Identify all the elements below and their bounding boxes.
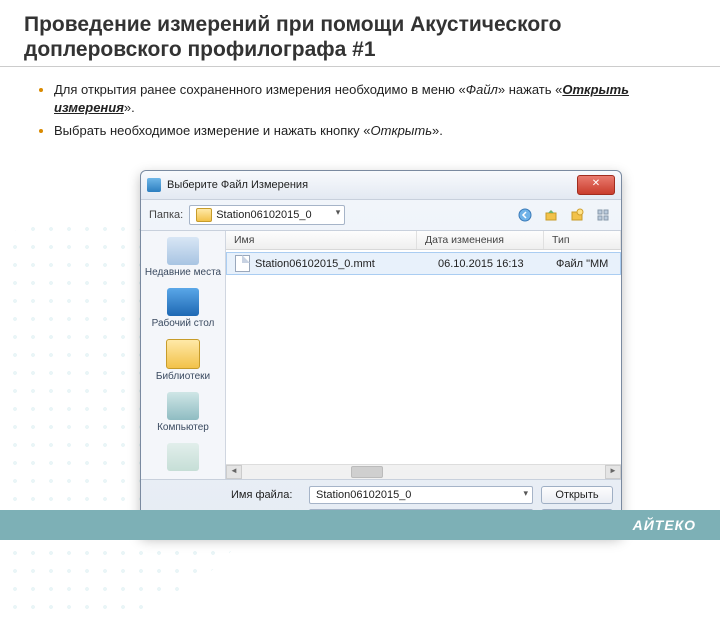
new-folder-button[interactable]	[567, 205, 587, 225]
recent-icon	[167, 237, 199, 265]
network-icon	[167, 443, 199, 471]
col-type-header[interactable]: Тип	[544, 231, 621, 249]
view-menu-button[interactable]	[593, 205, 613, 225]
company-logo: АЙТЕКО	[633, 517, 696, 533]
folder-combo[interactable]: Station06102015_0	[189, 205, 345, 225]
filename-input[interactable]: Station06102015_0	[309, 486, 533, 504]
place-libraries[interactable]: Библиотеки	[143, 339, 223, 382]
computer-icon	[167, 392, 199, 420]
place-desktop[interactable]: Рабочий стол	[143, 288, 223, 329]
file-open-dialog: Выберите Файл Измерения ✕ Папка: Station…	[140, 170, 622, 536]
close-button[interactable]: ✕	[577, 175, 615, 195]
app-icon	[147, 178, 161, 192]
dialog-toolbar: Папка: Station06102015_0	[141, 200, 621, 231]
file-list-header: Имя Дата изменения Тип	[226, 231, 621, 250]
col-name-header[interactable]: Имя	[226, 231, 417, 249]
libraries-icon	[166, 339, 200, 369]
up-folder-button[interactable]	[541, 205, 561, 225]
desktop-icon	[167, 288, 199, 316]
open-button[interactable]: Открыть	[541, 486, 613, 504]
scroll-right-arrow[interactable]: ►	[605, 465, 621, 479]
file-row[interactable]: Station06102015_0.mmt 06.10.2015 16:13 Ф…	[226, 252, 621, 275]
slide-footer: АЙТЕКО	[0, 510, 720, 540]
place-recent[interactable]: Недавние места	[143, 237, 223, 278]
folder-label: Папка:	[149, 209, 183, 221]
dialog-titlebar[interactable]: Выберите Файл Измерения ✕	[141, 171, 621, 200]
bullet-1: Для открытия ранее сохраненного измерени…	[54, 81, 684, 116]
place-computer[interactable]: Компьютер	[143, 392, 223, 433]
dialog-title: Выберите Файл Измерения	[167, 179, 308, 191]
places-bar: Недавние места Рабочий стол Библиотеки К…	[141, 231, 226, 479]
horizontal-scrollbar[interactable]: ◄ ►	[226, 464, 621, 479]
folder-icon	[196, 208, 212, 222]
back-button[interactable]	[515, 205, 535, 225]
place-network[interactable]	[143, 443, 223, 473]
slide-content: Для открытия ранее сохраненного измерени…	[0, 67, 720, 140]
scroll-left-arrow[interactable]: ◄	[226, 465, 242, 479]
bullet-2: Выбрать необходимое измерение и нажать к…	[54, 122, 684, 140]
file-list-area: Имя Дата изменения Тип Station06102015_0…	[226, 231, 621, 479]
scroll-thumb[interactable]	[351, 466, 383, 478]
col-date-header[interactable]: Дата изменения	[417, 231, 544, 249]
filename-label: Имя файла:	[231, 489, 301, 501]
slide-title: Проведение измерений при помощи Акустиче…	[0, 0, 720, 67]
file-icon	[235, 255, 250, 272]
